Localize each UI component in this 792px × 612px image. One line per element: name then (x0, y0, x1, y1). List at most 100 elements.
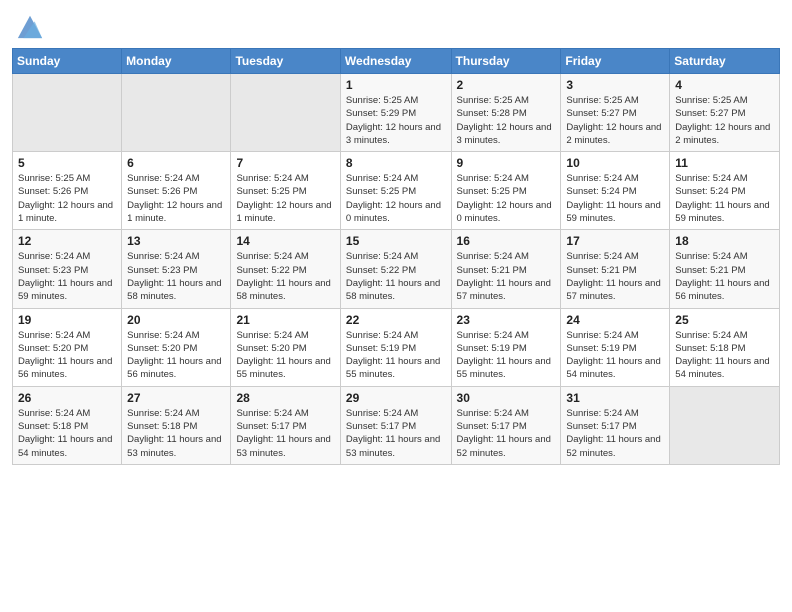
weekday-header-row: SundayMondayTuesdayWednesdayThursdayFrid… (13, 49, 780, 74)
calendar-cell: 18 Sunrise: 5:24 AMSunset: 5:21 PMDayligh… (670, 230, 780, 308)
weekday-header-tuesday: Tuesday (231, 49, 340, 74)
day-number: 15 (346, 234, 446, 248)
day-number: 5 (18, 156, 116, 170)
calendar-cell: 15 Sunrise: 5:24 AMSunset: 5:22 PMDayligh… (340, 230, 451, 308)
day-info: Sunrise: 5:24 AMSunset: 5:20 PMDaylight:… (236, 329, 334, 382)
calendar-cell (13, 74, 122, 152)
day-info: Sunrise: 5:24 AMSunset: 5:24 PMDaylight:… (566, 172, 664, 225)
day-info: Sunrise: 5:25 AMSunset: 5:29 PMDaylight:… (346, 94, 446, 147)
weekday-header-wednesday: Wednesday (340, 49, 451, 74)
weekday-header-thursday: Thursday (451, 49, 561, 74)
day-info: Sunrise: 5:25 AMSunset: 5:27 PMDaylight:… (566, 94, 664, 147)
day-info: Sunrise: 5:25 AMSunset: 5:27 PMDaylight:… (675, 94, 774, 147)
day-number: 4 (675, 78, 774, 92)
calendar-cell: 4 Sunrise: 5:25 AMSunset: 5:27 PMDaylight… (670, 74, 780, 152)
day-number: 26 (18, 391, 116, 405)
calendar-cell: 24Sunrise: 5:24 AMSunset: 5:19 PMDayligh… (561, 308, 670, 386)
day-info: Sunrise: 5:24 AMSunset: 5:17 PMDaylight:… (346, 407, 446, 460)
day-info: Sunrise: 5:24 AMSunset: 5:22 PMDaylight:… (236, 250, 334, 303)
day-number: 3 (566, 78, 664, 92)
day-number: 31 (566, 391, 664, 405)
calendar-cell: 7Sunrise: 5:24 AMSunset: 5:25 PMDaylight… (231, 152, 340, 230)
calendar-cell: 16 Sunrise: 5:24 AMSunset: 5:21 PMDayligh… (451, 230, 561, 308)
logo (12, 14, 44, 40)
day-info: Sunrise: 5:24 AMSunset: 5:20 PMDaylight:… (127, 329, 225, 382)
calendar-cell (122, 74, 231, 152)
day-info: Sunrise: 5:24 AMSunset: 5:23 PMDaylight:… (18, 250, 116, 303)
calendar-cell: 23 Sunrise: 5:24 AMSunset: 5:19 PMDayligh… (451, 308, 561, 386)
day-info: Sunrise: 5:24 AMSunset: 5:21 PMDaylight:… (675, 250, 774, 303)
day-number: 27 (127, 391, 225, 405)
day-number: 8 (346, 156, 446, 170)
calendar-table: SundayMondayTuesdayWednesdayThursdayFrid… (12, 48, 780, 465)
day-info: Sunrise: 5:24 AMSunset: 5:23 PMDaylight:… (127, 250, 225, 303)
day-number: 23 (457, 313, 556, 327)
calendar-cell: 9 Sunrise: 5:24 AMSunset: 5:25 PMDaylight… (451, 152, 561, 230)
day-number: 21 (236, 313, 334, 327)
calendar-cell: 20 Sunrise: 5:24 AMSunset: 5:20 PMDayligh… (122, 308, 231, 386)
day-info: Sunrise: 5:24 AMSunset: 5:22 PMDaylight:… (346, 250, 446, 303)
calendar-cell: 19Sunrise: 5:24 AMSunset: 5:20 PMDayligh… (13, 308, 122, 386)
day-number: 13 (127, 234, 225, 248)
day-number: 1 (346, 78, 446, 92)
day-number: 7 (236, 156, 334, 170)
calendar-cell: 11Sunrise: 5:24 AMSunset: 5:24 PMDayligh… (670, 152, 780, 230)
weekday-header-monday: Monday (122, 49, 231, 74)
calendar-week-1: 1 Sunrise: 5:25 AMSunset: 5:29 PMDaylight… (13, 74, 780, 152)
day-number: 16 (457, 234, 556, 248)
calendar-cell: 14 Sunrise: 5:24 AMSunset: 5:22 PMDayligh… (231, 230, 340, 308)
day-info: Sunrise: 5:24 AMSunset: 5:26 PMDaylight:… (127, 172, 225, 225)
calendar-cell: 6 Sunrise: 5:24 AMSunset: 5:26 PMDaylight… (122, 152, 231, 230)
day-info: Sunrise: 5:24 AMSunset: 5:24 PMDaylight:… (675, 172, 774, 225)
calendar-cell: 12 Sunrise: 5:24 AMSunset: 5:23 PMDayligh… (13, 230, 122, 308)
day-info: Sunrise: 5:24 AMSunset: 5:18 PMDaylight:… (18, 407, 116, 460)
calendar-week-2: 5 Sunrise: 5:25 AMSunset: 5:26 PMDaylight… (13, 152, 780, 230)
day-info: Sunrise: 5:25 AMSunset: 5:26 PMDaylight:… (18, 172, 116, 225)
calendar-week-4: 19Sunrise: 5:24 AMSunset: 5:20 PMDayligh… (13, 308, 780, 386)
day-number: 24 (566, 313, 664, 327)
day-number: 22 (346, 313, 446, 327)
calendar-cell: 31 Sunrise: 5:24 AMSunset: 5:17 PMDayligh… (561, 386, 670, 464)
calendar-cell (670, 386, 780, 464)
calendar-cell: 10 Sunrise: 5:24 AMSunset: 5:24 PMDayligh… (561, 152, 670, 230)
calendar-cell: 5 Sunrise: 5:25 AMSunset: 5:26 PMDaylight… (13, 152, 122, 230)
calendar-week-3: 12 Sunrise: 5:24 AMSunset: 5:23 PMDayligh… (13, 230, 780, 308)
day-info: Sunrise: 5:24 AMSunset: 5:25 PMDaylight:… (457, 172, 556, 225)
weekday-header-friday: Friday (561, 49, 670, 74)
day-number: 28 (236, 391, 334, 405)
header (12, 10, 780, 40)
calendar-cell: 1 Sunrise: 5:25 AMSunset: 5:29 PMDaylight… (340, 74, 451, 152)
page-container: SundayMondayTuesdayWednesdayThursdayFrid… (0, 0, 792, 475)
day-number: 6 (127, 156, 225, 170)
day-number: 2 (457, 78, 556, 92)
calendar-cell (231, 74, 340, 152)
calendar-cell: 29 Sunrise: 5:24 AMSunset: 5:17 PMDayligh… (340, 386, 451, 464)
day-info: Sunrise: 5:24 AMSunset: 5:25 PMDaylight:… (346, 172, 446, 225)
day-number: 12 (18, 234, 116, 248)
day-number: 20 (127, 313, 225, 327)
calendar-cell: 2 Sunrise: 5:25 AMSunset: 5:28 PMDaylight… (451, 74, 561, 152)
day-info: Sunrise: 5:25 AMSunset: 5:28 PMDaylight:… (457, 94, 556, 147)
day-number: 18 (675, 234, 774, 248)
day-number: 9 (457, 156, 556, 170)
weekday-header-saturday: Saturday (670, 49, 780, 74)
calendar-week-5: 26 Sunrise: 5:24 AMSunset: 5:18 PMDayligh… (13, 386, 780, 464)
day-number: 10 (566, 156, 664, 170)
weekday-header-sunday: Sunday (13, 49, 122, 74)
calendar-cell: 30Sunrise: 5:24 AMSunset: 5:17 PMDayligh… (451, 386, 561, 464)
calendar-cell: 27Sunrise: 5:24 AMSunset: 5:18 PMDayligh… (122, 386, 231, 464)
calendar-body: 1 Sunrise: 5:25 AMSunset: 5:29 PMDaylight… (13, 74, 780, 465)
day-info: Sunrise: 5:24 AMSunset: 5:21 PMDaylight:… (566, 250, 664, 303)
day-info: Sunrise: 5:24 AMSunset: 5:18 PMDaylight:… (675, 329, 774, 382)
day-number: 14 (236, 234, 334, 248)
day-number: 30 (457, 391, 556, 405)
logo-icon (16, 12, 44, 40)
day-info: Sunrise: 5:24 AMSunset: 5:20 PMDaylight:… (18, 329, 116, 382)
calendar-cell: 13 Sunrise: 5:24 AMSunset: 5:23 PMDayligh… (122, 230, 231, 308)
calendar-cell: 22Sunrise: 5:24 AMSunset: 5:19 PMDayligh… (340, 308, 451, 386)
day-info: Sunrise: 5:24 AMSunset: 5:21 PMDaylight:… (457, 250, 556, 303)
day-info: Sunrise: 5:24 AMSunset: 5:17 PMDaylight:… (566, 407, 664, 460)
day-number: 29 (346, 391, 446, 405)
calendar-cell: 28Sunrise: 5:24 AMSunset: 5:17 PMDayligh… (231, 386, 340, 464)
day-info: Sunrise: 5:24 AMSunset: 5:19 PMDaylight:… (457, 329, 556, 382)
